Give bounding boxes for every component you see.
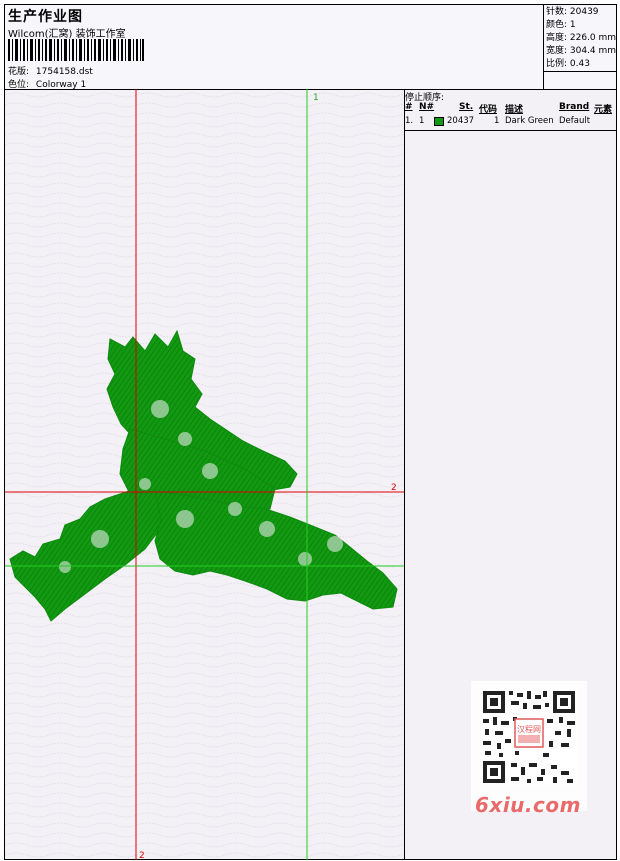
table-divider (405, 130, 616, 131)
table-row: 1. 1 20437 1 Dark Green Default (405, 116, 616, 128)
qr-code-watermark: 汉程网 (471, 681, 587, 811)
design-scale: 比例: 0.43 (546, 59, 590, 69)
row-brand: Default (559, 116, 591, 126)
col-code: 代码 (479, 105, 498, 115)
stop-sequence-header: # N# St. 代码 描述 Brand 元素 (405, 102, 616, 115)
thread-color-swatch (434, 117, 444, 126)
watermark-text: 6xiu.com (475, 793, 581, 817)
production-worksheet: 生产作业图 Wilcom(汇窝) 装饰工作室 花版: 1754158.dst 色… (4, 4, 617, 860)
stamp-text: 汉程网 (517, 725, 541, 734)
worksheet-header: 生产作业图 Wilcom(汇窝) 装饰工作室 花版: 1754158.dst 色… (5, 5, 616, 90)
pattern-value: 1754158.dst (35, 67, 93, 77)
col-brand: Brand (559, 102, 590, 112)
stop-sequence-panel: 停止顺序: # N# St. 代码 描述 Brand 元素 1. 1 20437… (405, 89, 616, 860)
design-canvas: 1 2 2 (5, 89, 404, 860)
row-stitches: 20437 (447, 116, 475, 126)
col-stitches: St. (459, 102, 474, 112)
col-elements: 元素 (594, 105, 613, 115)
pattern-file-line: 花版: 1754158.dst (8, 64, 93, 77)
green-axis-label: 1 (313, 93, 319, 103)
design-stats-panel: 针数: 20439 颜色: 1 高度: 226.0 mm 宽度: 304.4 m… (543, 5, 616, 89)
row-description: Dark Green (505, 116, 554, 126)
row-needle: 1 (419, 116, 425, 126)
stats-divider (543, 71, 616, 72)
embroidery-design-preview: 1 2 2 (5, 89, 405, 860)
design-height: 高度: 226.0 mm (546, 33, 617, 43)
col-needle: N# (419, 102, 435, 112)
stitch-count: 针数: 20439 (546, 7, 599, 17)
design-width: 宽度: 304.4 mm (546, 46, 617, 56)
company-name: Wilcom(汇窝) 装饰工作室 (8, 29, 126, 40)
red-axis-label-right: 2 (391, 483, 397, 493)
col-description: 描述 (505, 105, 524, 115)
row-code: 1 (494, 116, 500, 126)
color-count: 颜色: 1 (546, 20, 576, 30)
qr-code-icon: 汉程网 (481, 689, 577, 785)
page-title: 生产作业图 (8, 9, 83, 25)
pattern-label: 花版: (8, 67, 30, 77)
row-number: 1. (405, 116, 414, 126)
col-number: # (405, 102, 413, 112)
barcode-icon (8, 39, 144, 61)
red-axis-label-bottom: 2 (139, 851, 145, 860)
